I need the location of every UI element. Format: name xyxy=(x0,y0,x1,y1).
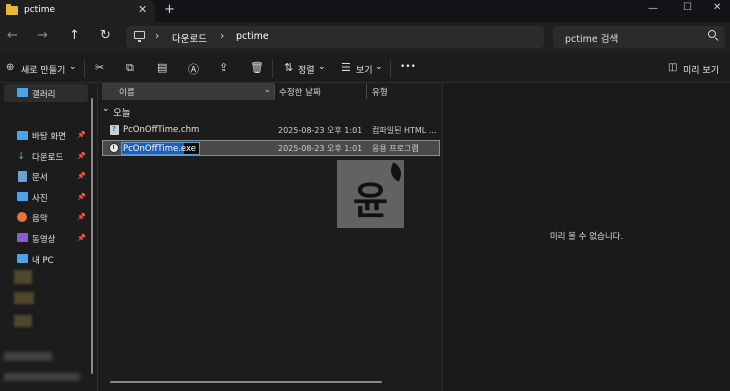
close-tab-icon[interactable]: ✕ xyxy=(138,3,147,16)
search-input[interactable]: pctime 검색 xyxy=(565,31,618,45)
new-tab-button[interactable]: + xyxy=(164,2,175,17)
toolbar-divider xyxy=(390,60,391,78)
pc-icon xyxy=(17,254,28,263)
pc-icon xyxy=(134,31,145,42)
sort-chevron-icon[interactable]: ⌄ xyxy=(318,62,326,72)
file-name[interactable]: PcOnOffTime.exe xyxy=(123,144,196,154)
up-button[interactable]: ↑ xyxy=(69,28,80,43)
group-chevron-icon[interactable]: ⌄ xyxy=(102,104,110,114)
pane-divider[interactable] xyxy=(97,83,98,391)
gallery-icon xyxy=(17,88,28,97)
new-button[interactable]: 새로 만들기 xyxy=(21,63,65,76)
view-chevron-icon[interactable]: ⌄ xyxy=(375,62,383,72)
desktop-icon xyxy=(17,131,28,140)
tab-title: pctime xyxy=(24,5,55,15)
sidebar-item-videos[interactable]: 동영상 xyxy=(32,233,55,245)
file-modified: 2025-08-23 오후 1:01 xyxy=(278,144,363,153)
chm-file-icon xyxy=(110,125,119,135)
sort-chevron-icon[interactable]: ⌄ xyxy=(264,85,271,94)
pin-icon: 📌 xyxy=(77,131,86,139)
delete-icon[interactable]: 🗑 xyxy=(250,61,264,74)
pictures-icon xyxy=(17,192,28,201)
cut-icon[interactable]: ✂ xyxy=(95,61,104,74)
pin-icon: 📌 xyxy=(77,193,86,201)
copy-icon[interactable]: ⧉ xyxy=(126,61,134,75)
redacted-item xyxy=(14,292,34,304)
refresh-button[interactable]: ↻ xyxy=(100,28,111,43)
file-name[interactable]: PcOnOffTime.chm xyxy=(123,125,199,135)
preview-pane-icon: ◫ xyxy=(668,62,678,73)
minimize-button[interactable]: — xyxy=(648,3,658,14)
sidebar-item-downloads[interactable]: 다운로드 xyxy=(32,151,63,163)
breadcrumb-separator: › xyxy=(155,29,160,42)
redacted-item xyxy=(4,352,52,361)
maximize-button[interactable]: ☐ xyxy=(683,2,692,13)
paste-icon[interactable]: ▤ xyxy=(157,61,167,74)
column-header-modified[interactable]: 수정한 날짜 xyxy=(279,86,321,98)
redacted-item xyxy=(14,270,32,284)
sidebar-item-desktop[interactable]: 바탕 화면 xyxy=(32,130,66,142)
column-divider[interactable] xyxy=(274,84,275,99)
sidebar-item-this-pc[interactable]: 내 PC xyxy=(32,254,54,266)
close-window-button[interactable]: ✕ xyxy=(713,2,721,13)
sidebar-item-pictures[interactable]: 사진 xyxy=(32,192,48,204)
pin-icon: 📌 xyxy=(77,213,86,221)
column-name-label: 이름 xyxy=(119,88,135,98)
column-header-type[interactable]: 유형 xyxy=(372,86,388,98)
view-button[interactable]: 보기 xyxy=(356,63,373,76)
search-icon[interactable] xyxy=(708,30,716,38)
new-chevron-icon[interactable]: ⌄ xyxy=(69,62,77,72)
group-header-today[interactable]: 오늘 xyxy=(113,105,130,119)
redacted-item xyxy=(14,315,32,327)
sidebar-item-documents[interactable]: 문서 xyxy=(32,171,48,183)
back-button[interactable]: ← xyxy=(7,28,18,43)
preview-pane-button[interactable]: 미리 보기 xyxy=(683,63,719,76)
rename-icon[interactable]: Ⓐ xyxy=(188,61,199,77)
sidebar-item-label: 갤러리 xyxy=(32,90,56,100)
redacted-item xyxy=(4,373,80,381)
video-icon xyxy=(17,233,28,242)
sort-button[interactable]: 정렬 xyxy=(298,63,315,76)
horizontal-scrollbar[interactable] xyxy=(110,381,382,383)
new-icon: ⊕ xyxy=(6,62,15,73)
toolbar-divider xyxy=(272,60,273,78)
pin-icon: 📌 xyxy=(77,172,86,180)
breadcrumb-pctime[interactable]: pctime xyxy=(236,31,269,42)
file-type: 컴파일된 HTML ... xyxy=(372,126,437,135)
view-icon: ☰ xyxy=(341,61,351,74)
music-icon xyxy=(17,212,27,222)
file-type: 응용 프로그램 xyxy=(372,144,419,153)
more-options-button[interactable]: ••• xyxy=(400,62,416,72)
pin-icon: 📌 xyxy=(77,152,86,160)
column-divider[interactable] xyxy=(366,84,367,99)
forward-button[interactable]: → xyxy=(37,28,48,43)
exe-file-icon xyxy=(109,143,119,153)
file-modified: 2025-08-23 오후 1:01 xyxy=(278,126,363,135)
preview-empty-message: 미리 볼 수 없습니다. xyxy=(549,232,624,242)
sidebar-item-music[interactable]: 음악 xyxy=(32,212,48,224)
sort-icon: ⇅ xyxy=(284,61,294,74)
sidebar-scrollbar[interactable] xyxy=(91,98,93,374)
document-icon xyxy=(18,171,27,182)
toolbar-divider xyxy=(84,60,85,78)
pin-icon: 📌 xyxy=(77,234,86,242)
share-icon[interactable]: ⇪ xyxy=(219,61,228,74)
folder-icon xyxy=(6,4,18,15)
breadcrumb-downloads[interactable]: 다운로드 xyxy=(172,31,207,45)
breadcrumb-separator: › xyxy=(220,29,225,42)
download-icon: ↓ xyxy=(17,151,26,162)
